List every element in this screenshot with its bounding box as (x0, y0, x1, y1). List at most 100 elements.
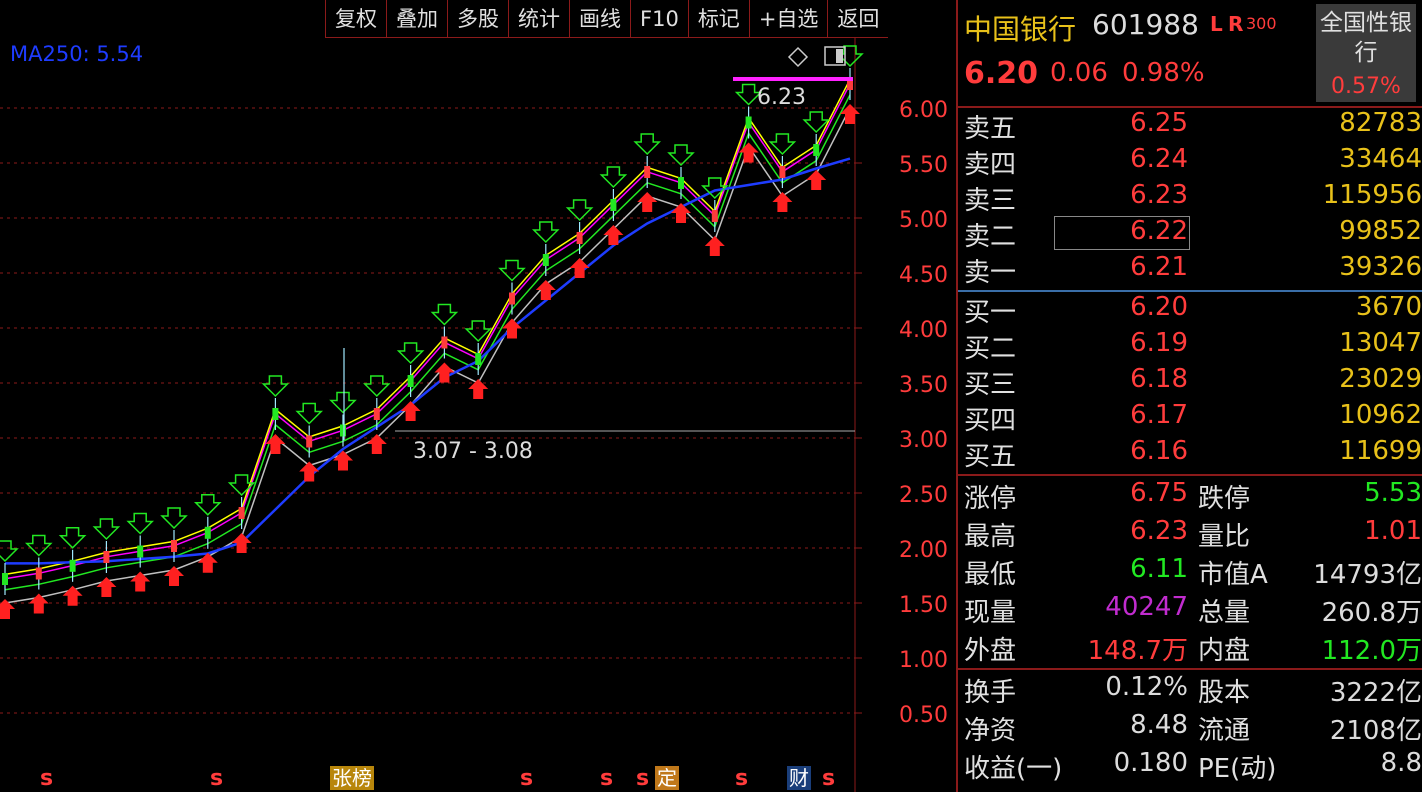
bid-row[interactable]: 买四 6.17 10962 (958, 400, 1422, 436)
sell-arrow-icon (633, 133, 662, 156)
bid-row[interactable]: 买二 6.19 13047 (958, 328, 1422, 364)
event-finance-marker[interactable]: 财 (787, 766, 811, 790)
sector-box[interactable]: 全国性银行 0.57% (1316, 4, 1416, 102)
event-s-marker[interactable]: s (600, 766, 613, 791)
stat-row: 换手 0.12% 股本 3222亿 (958, 672, 1422, 710)
candle-body (475, 353, 482, 365)
candle-body (272, 408, 279, 420)
candle-body (69, 559, 76, 572)
event-s-marker[interactable]: s (735, 766, 748, 791)
stat-value: 148.7万 (1087, 636, 1188, 666)
price-tick-label: 1.00 (899, 648, 948, 673)
stat-value: 40247 (1105, 592, 1188, 622)
bid-row[interactable]: 买三 6.18 23029 (958, 364, 1422, 400)
stat-label: 最高 (964, 522, 1017, 552)
toolbar-button-1[interactable]: 叠加 (386, 0, 447, 38)
bid-price: 6.18 (1130, 364, 1188, 394)
price-tick-label: 4.50 (899, 263, 948, 288)
divider (958, 668, 1422, 670)
event-rank-marker[interactable]: 张榜 (330, 766, 374, 790)
event-s-marker[interactable]: s (636, 766, 649, 791)
candle-body (745, 116, 752, 129)
toolbar-button-5[interactable]: F10 (630, 0, 688, 38)
sell-arrow-icon (396, 342, 425, 365)
stat-value: 6.11 (1130, 554, 1188, 584)
stat-value: 112.0万 (1321, 636, 1422, 666)
ask-label: 卖三 (964, 186, 1017, 216)
ma-long-line (4, 107, 851, 604)
stat-row: 净资 8.48 流通 2108亿 (958, 710, 1422, 748)
toolbar-button-0[interactable]: 复权 (325, 0, 386, 38)
ask-price: 6.21 (1130, 252, 1188, 282)
toolbar-button-8[interactable]: 返回 (827, 0, 889, 38)
event-s-marker[interactable]: s (520, 766, 533, 791)
stock-flag-l: L (1210, 12, 1223, 36)
stat-value: 1.01 (1364, 516, 1422, 546)
ask-row[interactable]: 卖二 6.22 99852 (958, 216, 1422, 252)
stat-row: 最低 6.11 市值A 14793亿 (958, 554, 1422, 592)
stat-row: 现量 40247 总量 260.8万 (958, 592, 1422, 630)
ask-label: 卖一 (964, 258, 1017, 288)
ask-volume: 82783 (1339, 108, 1422, 138)
bid-price: 6.20 (1130, 292, 1188, 322)
candle-body (204, 526, 211, 539)
ask-label: 卖二 (964, 222, 1017, 252)
buy-arrow-icon (738, 142, 759, 163)
kline-chart-svg[interactable]: 6.00 5.50 5.00 4.50 4.00 3.50 3.00 2.50 2.00 1.50… (0, 0, 955, 792)
price-tick-label: 2.00 (899, 538, 948, 563)
toolbar-button-6[interactable]: 标记 (687, 0, 749, 38)
bid-label: 买五 (964, 442, 1017, 472)
candle-body (407, 375, 414, 387)
candle-body (542, 254, 549, 266)
stat-label: 现量 (964, 598, 1017, 628)
event-fixed-marker[interactable]: 定 (655, 766, 679, 790)
kline-chart-pane[interactable]: 6.00 5.50 5.00 4.50 4.00 3.50 3.00 2.50 2.00 1.50… (0, 0, 955, 792)
price-tick-label: 5.50 (899, 153, 948, 178)
buy-arrow-icon (468, 379, 489, 399)
stat-value: 3222亿 (1329, 678, 1422, 708)
event-s-marker[interactable]: s (40, 766, 53, 791)
panel-toggle-icon-fill (836, 49, 843, 63)
toolbar-button-4[interactable]: 画线 (569, 0, 630, 38)
bid-label: 买三 (964, 370, 1017, 400)
ask-row[interactable]: 卖五 6.25 82783 (958, 108, 1422, 144)
bid-row[interactable]: 买一 6.20 3670 (958, 292, 1422, 328)
event-s-marker[interactable]: s (210, 766, 223, 791)
stat-label: 股本 (1198, 678, 1251, 708)
price-tick-label: 4.00 (899, 318, 948, 343)
candle-body (441, 336, 448, 349)
toolbar-button-3[interactable]: 统计 (508, 0, 569, 38)
bid-price: 6.17 (1130, 400, 1188, 430)
sell-arrow-icon (667, 144, 695, 167)
sell-arrow-icon (295, 402, 324, 425)
bid-volume: 3670 (1355, 292, 1422, 322)
bid-volume: 10962 (1339, 400, 1422, 430)
bid-row[interactable]: 买五 6.16 11699 (958, 436, 1422, 472)
price-tick-label: 0.50 (899, 703, 948, 728)
stat-value: 6.75 (1130, 478, 1188, 508)
buy-arrow-icon (806, 170, 827, 190)
ask-row[interactable]: 卖一 6.21 39326 (958, 252, 1422, 288)
price-tick-label: 3.00 (899, 428, 948, 453)
event-s-marker[interactable]: s (822, 766, 835, 791)
candle-body (576, 232, 583, 244)
ask-row[interactable]: 卖四 6.24 33464 (958, 144, 1422, 180)
stat-label: 收益(一) (964, 754, 1063, 784)
sell-arrow-icon (430, 303, 459, 326)
sell-arrow-icon (498, 259, 526, 282)
stock-code: 601988 (1092, 8, 1199, 41)
sell-arrow-icon (329, 391, 357, 414)
ask-price: 6.23 (1130, 180, 1188, 210)
stat-row: 外盘 148.7万 内盘 112.0万 (958, 630, 1422, 668)
low-price-label: 3.07 - 3.08 (413, 439, 533, 464)
candle-body (238, 507, 245, 519)
selected-ask-frame[interactable] (1054, 216, 1190, 250)
buy-arrow-icon (569, 258, 590, 278)
toolbar-button-2[interactable]: 多股 (447, 0, 508, 38)
buy-arrow-icon (366, 434, 387, 454)
stat-row: 最高 6.23 量比 1.01 (958, 516, 1422, 554)
stat-value: 5.53 (1364, 478, 1422, 508)
toolbar-button-7[interactable]: +自选 (748, 0, 828, 38)
ask-volume: 33464 (1339, 144, 1422, 174)
ask-row[interactable]: 卖三 6.23 115956 (958, 180, 1422, 216)
